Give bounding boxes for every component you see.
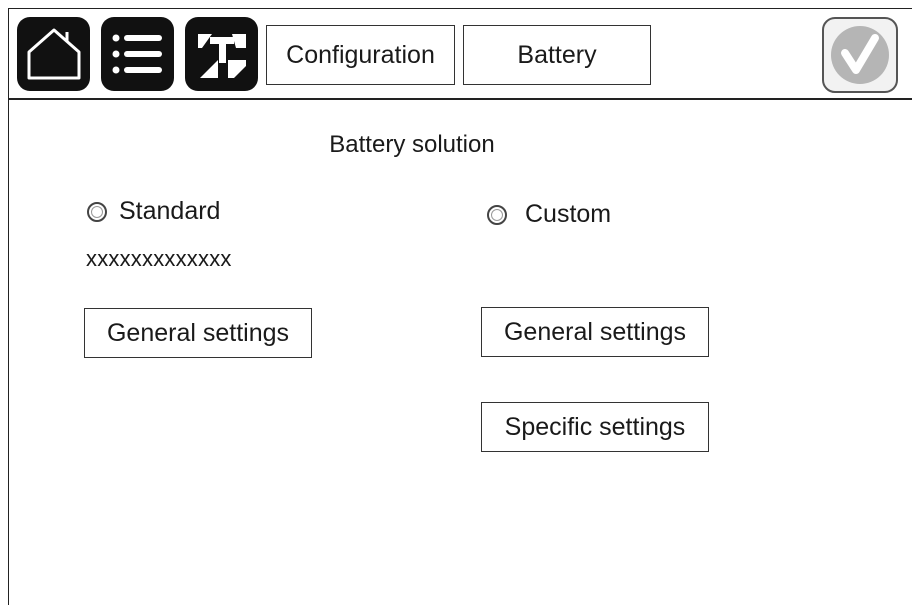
breadcrumb-configuration[interactable]: Configuration: [266, 25, 455, 85]
menu-icon: [112, 34, 162, 74]
custom-specific-settings-button[interactable]: Specific settings: [481, 402, 709, 452]
page-title: Battery solution: [329, 131, 495, 158]
radio-standard-indicator[interactable]: [87, 201, 107, 222]
radio-standard[interactable]: Standard: [87, 197, 220, 226]
home-button[interactable]: [17, 17, 90, 91]
custom-general-settings-button[interactable]: General settings: [481, 307, 709, 357]
home-icon: [27, 28, 80, 80]
standard-solution-value: xxxxxxxxxxxxx: [86, 246, 232, 271]
radio-custom-label: Custom: [525, 200, 612, 228]
menu-button[interactable]: [101, 17, 174, 91]
radio-custom[interactable]: Custom: [487, 200, 611, 229]
radio-standard-label: Standard: [119, 197, 221, 225]
standard-general-settings-button[interactable]: General settings: [84, 308, 312, 358]
maintenance-button[interactable]: [185, 17, 258, 91]
confirm-button[interactable]: [822, 17, 898, 93]
checkmark-icon: [831, 26, 889, 84]
maintenance-icon: [197, 34, 246, 78]
window-frame-top: [8, 8, 912, 9]
breadcrumb-battery[interactable]: Battery: [463, 25, 651, 85]
radio-custom-indicator[interactable]: [487, 204, 507, 225]
header-divider: [8, 98, 912, 100]
